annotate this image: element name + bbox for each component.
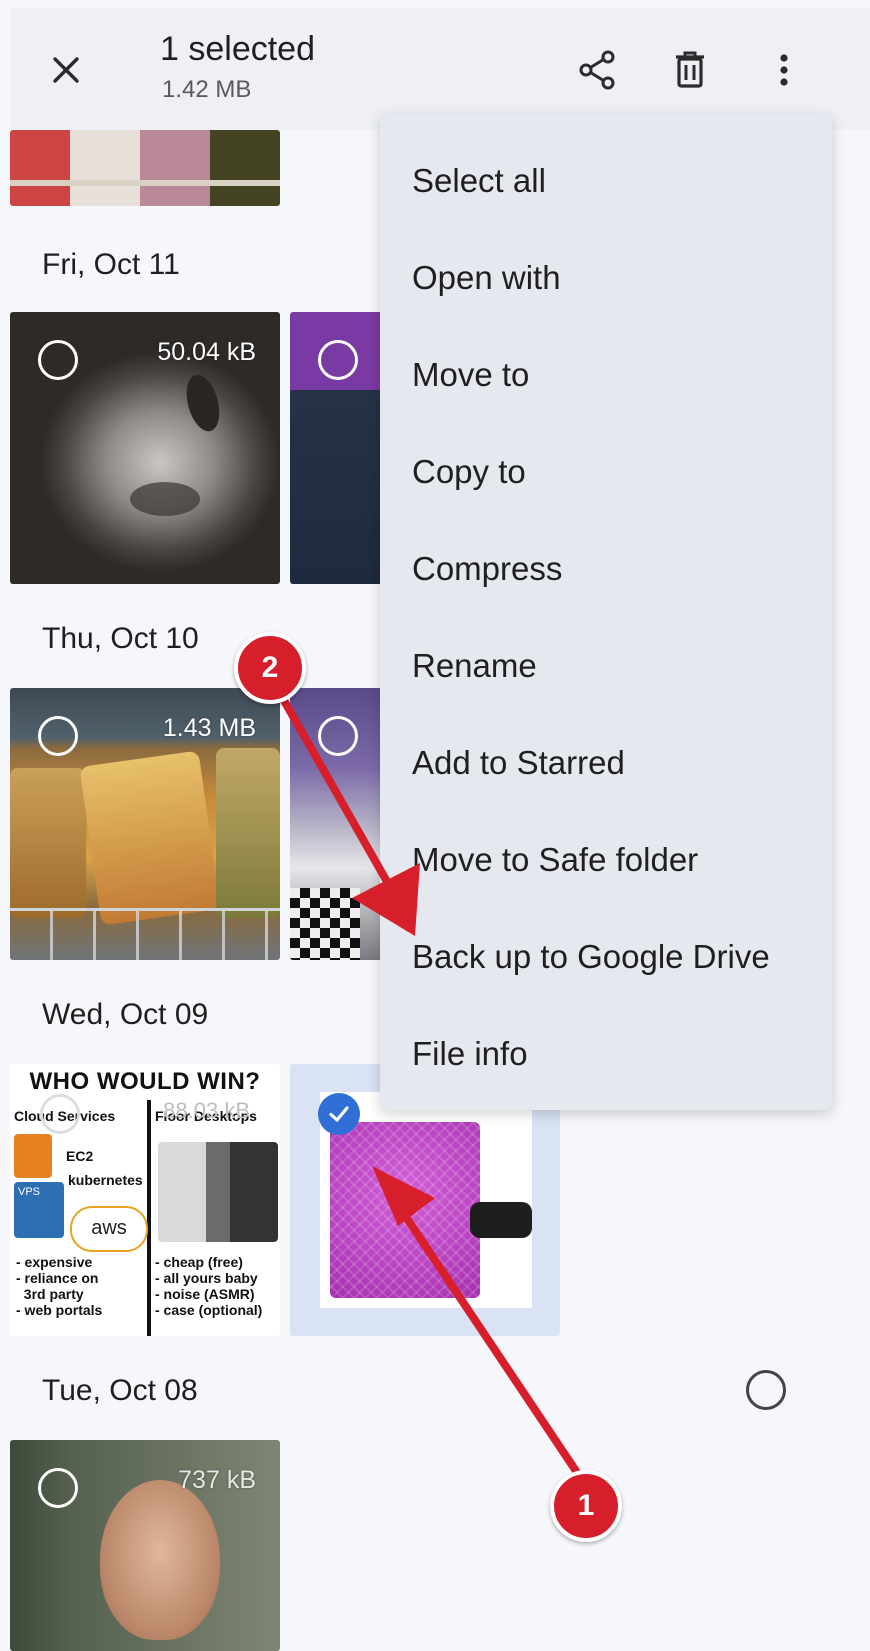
step-badge-2: 2 [234, 632, 306, 704]
arrow-2 [274, 686, 420, 936]
annotation-arrows [274, 686, 582, 1478]
step-badge-1: 1 [550, 1470, 622, 1542]
file-browser-screen: 1 selected 1.42 MB Fri, Oct 11 50.04 kB … [10, 8, 870, 1651]
arrow-1 [372, 1166, 582, 1478]
